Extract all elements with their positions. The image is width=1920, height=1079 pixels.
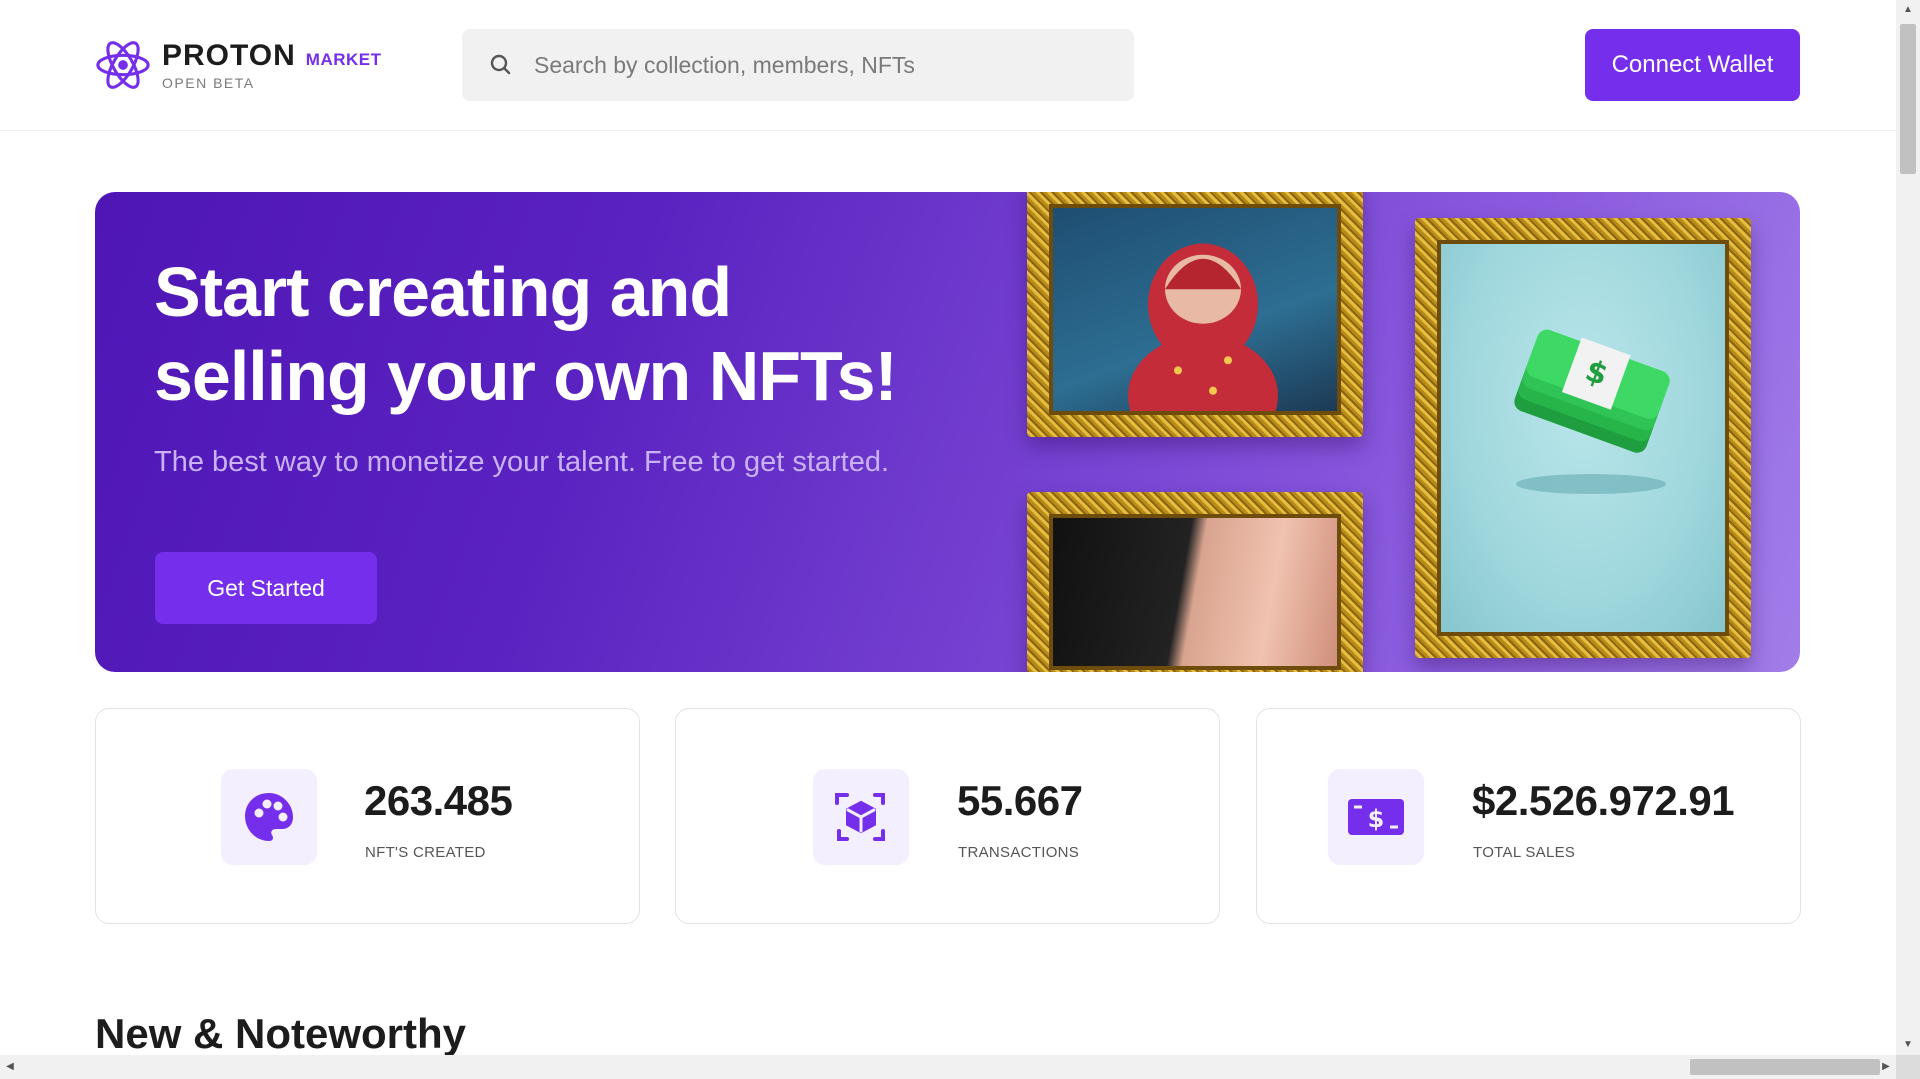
svg-text:$: $	[1368, 805, 1385, 833]
horizontal-scrollbar[interactable]: ◀ ▶	[0, 1055, 1896, 1079]
search-input[interactable]	[534, 51, 1094, 79]
stat-card-total-sales: $ $2.526.972.91 TOTAL SALES	[1256, 708, 1801, 924]
brand-name: PROTON	[162, 39, 296, 72]
stat-card-transactions: 55.667 TRANSACTIONS	[675, 708, 1220, 924]
framed-artwork-money: $	[1415, 218, 1751, 658]
cube-scan-icon	[813, 769, 909, 865]
stat-card-nfts-created: 263.485 NFT'S CREATED	[95, 708, 640, 924]
artwork-portrait-image	[1053, 518, 1337, 666]
scrollbar-corner	[1896, 1055, 1920, 1079]
horizontal-scroll-thumb[interactable]	[1690, 1059, 1880, 1075]
connect-wallet-button[interactable]: Connect Wallet	[1585, 29, 1800, 101]
artwork-money-image: $	[1441, 244, 1725, 632]
scroll-down-arrow-icon[interactable]: ▼	[1896, 1035, 1920, 1055]
get-started-button[interactable]: Get Started	[155, 552, 377, 624]
hero-title-line1: Start creating and	[154, 253, 732, 331]
hero-subtitle: The best way to monetize your talent. Fr…	[154, 446, 890, 478]
search-bar[interactable]	[462, 29, 1134, 101]
scroll-right-arrow-icon[interactable]: ▶	[1876, 1055, 1896, 1079]
new-noteworthy-heading: New & Noteworthy	[95, 1010, 467, 1057]
nfts-created-value: 263.485	[364, 777, 513, 824]
vertical-scrollbar[interactable]: ▲ ▼	[1896, 0, 1920, 1055]
framed-artwork-portrait	[1027, 492, 1363, 672]
scroll-left-arrow-icon[interactable]: ◀	[0, 1055, 20, 1079]
framed-artwork-character	[1027, 192, 1363, 437]
nfts-created-label: NFT'S CREATED	[365, 844, 486, 861]
hero-title-line2: selling your own NFTs!	[154, 337, 898, 415]
beta-label: OPEN BETA	[162, 75, 255, 91]
palette-icon	[221, 769, 317, 865]
transactions-label: TRANSACTIONS	[958, 844, 1080, 861]
proton-market-logo[interactable]: PROTON MARKET OPEN BETA	[94, 34, 382, 96]
transactions-value: 55.667	[957, 777, 1083, 824]
hero-title: Start creating and selling your own NFTs…	[154, 250, 1054, 418]
search-icon	[490, 54, 511, 75]
scroll-up-arrow-icon[interactable]: ▲	[1896, 0, 1920, 20]
vertical-scroll-thumb[interactable]	[1900, 24, 1916, 174]
total-sales-label: TOTAL SALES	[1473, 844, 1576, 861]
total-sales-value: $2.526.972.91	[1472, 777, 1735, 824]
dollar-bill-icon: $	[1328, 769, 1424, 865]
top-header: PROTON MARKET OPEN BETA Connect Wallet	[0, 0, 1896, 131]
hero-banner: Start creating and selling your own NFTs…	[95, 192, 1800, 672]
atom-logo-icon	[96, 41, 150, 89]
brand-subtitle: MARKET	[305, 50, 382, 69]
artwork-character-image	[1053, 208, 1337, 411]
